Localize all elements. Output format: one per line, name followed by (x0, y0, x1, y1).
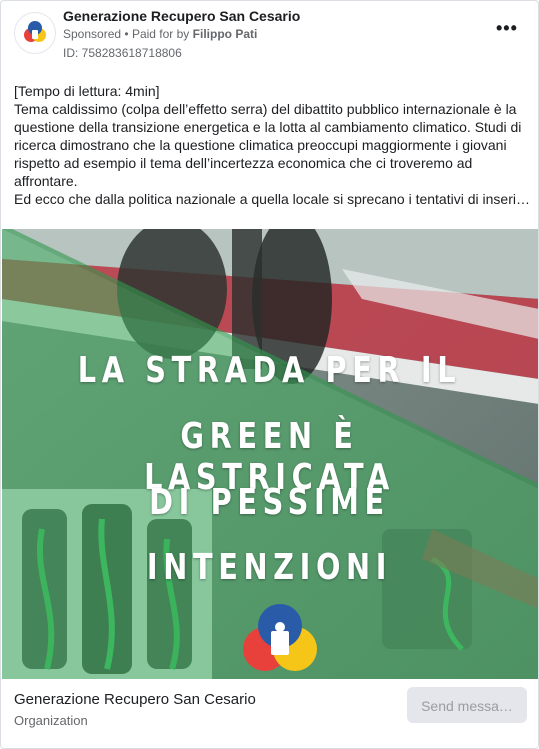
image-headline-line: DI PESSIME (149, 482, 390, 523)
paid-for-label: Paid for by (131, 27, 190, 41)
body-line: ricerca dimostrano che la questione clim… (14, 137, 507, 153)
image-headline-line: LA STRADA PER IL (77, 350, 462, 391)
send-message-button[interactable]: Send messa… (407, 687, 527, 723)
ad-footer: Generazione Recupero San Cesario Organiz… (1, 679, 538, 748)
separator: • (124, 27, 129, 41)
ad-id: ID: 758283618718806 (63, 46, 182, 60)
body-line: Tema caldissimo (colpa dell’effetto serr… (14, 101, 517, 117)
sponsored-label: Sponsored (63, 27, 122, 41)
image-headline-line: INTENZIONI (146, 547, 393, 588)
ad-body-text: [Tempo di lettura: 4min] Tema caldissimo… (14, 82, 529, 208)
advertiser-avatar[interactable] (14, 12, 56, 54)
advertiser-name[interactable]: Generazione Recupero San Cesario (63, 8, 300, 24)
more-options-icon[interactable]: ••• (496, 19, 517, 39)
body-line: Ed ecco che dalla politica nazionale a q… (14, 191, 529, 207)
body-line: affrontare. (14, 173, 78, 189)
ad-header: Generazione Recupero San Cesario Sponsor… (1, 1, 538, 71)
ad-card: Generazione Recupero San Cesario Sponsor… (0, 0, 539, 749)
recycling-logo-icon (24, 21, 46, 42)
footer-page-type: Organization (14, 713, 88, 728)
footer-page-name[interactable]: Generazione Recupero San Cesario (14, 691, 256, 708)
body-line: questione della transizione energetica e… (14, 119, 522, 135)
sponsor-line: Sponsored • Paid for by Filippo Pati (63, 27, 257, 41)
payer-name: Filippo Pati (192, 27, 258, 41)
body-line: rispetto ad esempio il tema dell’incerte… (14, 155, 473, 171)
body-line: [Tempo di lettura: 4min] (14, 83, 160, 99)
